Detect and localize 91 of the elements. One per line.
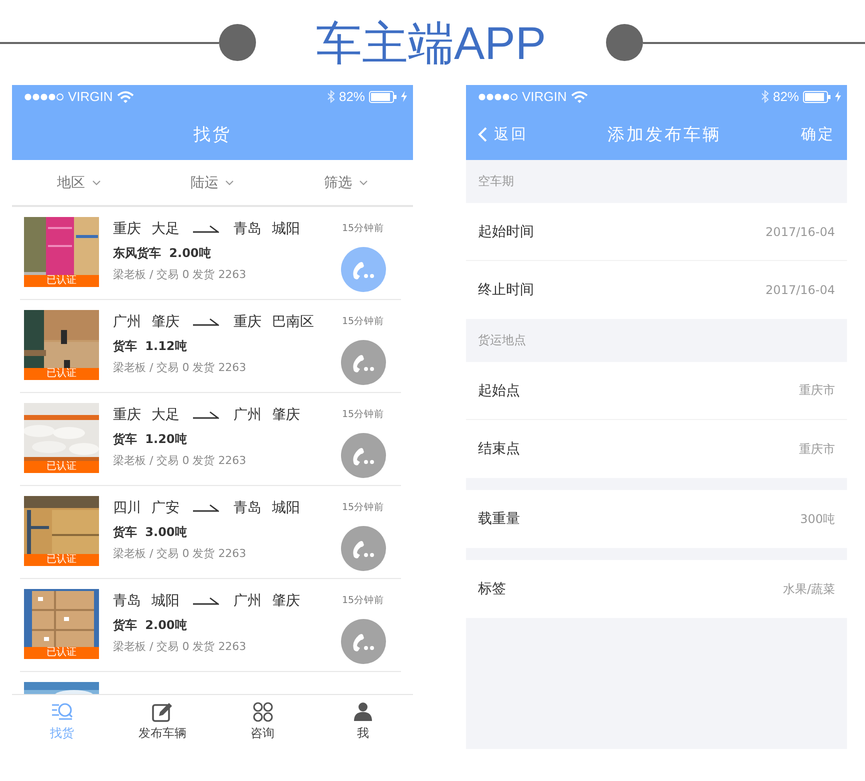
field-label: 终止时间 bbox=[478, 281, 534, 299]
shipper-info: 梁老板 / 交易 0 发货 2263 bbox=[113, 453, 248, 468]
phone-icon bbox=[351, 446, 375, 466]
origin-text: 四川 广安 bbox=[113, 499, 180, 517]
post-time: 15分钟前 bbox=[342, 222, 384, 235]
tab-item[interactable]: 我 bbox=[322, 702, 403, 742]
phone-icon bbox=[351, 632, 375, 652]
origin-text: 重庆 大足 bbox=[113, 406, 180, 424]
call-button[interactable] bbox=[340, 526, 386, 571]
call-button[interactable] bbox=[340, 247, 386, 292]
destination-text: 广州 肇庆 bbox=[233, 592, 300, 610]
field-label: 标签 bbox=[478, 580, 506, 598]
verified-badge: 已认证 bbox=[24, 461, 99, 473]
origin-text: 青岛 城阳 bbox=[113, 592, 180, 610]
field-label: 起始时间 bbox=[478, 222, 534, 240]
wifi-icon bbox=[116, 90, 134, 102]
field-value: 2017/16-04 bbox=[766, 283, 835, 297]
form-row[interactable]: 起始时间 2017/16-04 bbox=[466, 203, 847, 261]
filter-dropdown[interactable]: 陆运 bbox=[190, 174, 234, 192]
chevron-down-icon bbox=[359, 180, 368, 186]
form-row[interactable]: 标签 水果/蔬菜 bbox=[466, 560, 847, 618]
carrier-name: VIRGIN bbox=[68, 89, 113, 104]
shipper-info: 梁老板 / 交易 0 发货 2263 bbox=[113, 267, 248, 282]
verified-badge: 已认证 bbox=[24, 275, 99, 287]
filter-dropdown[interactable]: 地区 bbox=[56, 174, 101, 192]
form-row[interactable]: 起始点 重庆市 bbox=[466, 362, 847, 420]
carrier-name: VIRGIN bbox=[522, 89, 567, 104]
section-header: 货运地点 bbox=[477, 332, 527, 349]
tab-item[interactable]: 发布车辆 bbox=[122, 702, 202, 742]
edit-icon bbox=[151, 702, 174, 722]
field-label: 结束点 bbox=[478, 440, 520, 458]
battery-percent: 82% bbox=[338, 89, 365, 104]
screen-title: 添加发布车辆 bbox=[608, 124, 722, 146]
verified-badge: 已认证 bbox=[24, 647, 99, 659]
field-value: 重庆市 bbox=[799, 440, 835, 458]
form-row[interactable]: 载重量 300吨 bbox=[466, 490, 847, 548]
form-row[interactable]: 结束点 重庆市 bbox=[466, 420, 847, 478]
phone-icon bbox=[351, 352, 375, 372]
destination-text: 广州 肇庆 bbox=[233, 406, 300, 424]
charging-icon bbox=[401, 91, 407, 102]
search-list-icon bbox=[51, 702, 74, 722]
field-value: 2017/16-04 bbox=[766, 224, 835, 238]
wifi-icon bbox=[570, 90, 588, 102]
post-time: 15分钟前 bbox=[342, 501, 384, 514]
battery-icon bbox=[369, 90, 397, 102]
verified-badge: 已认证 bbox=[24, 368, 99, 380]
shipper-info: 梁老板 / 交易 0 发货 2263 bbox=[113, 546, 248, 561]
shipper-info: 梁老板 / 交易 0 发货 2263 bbox=[113, 639, 248, 654]
filter-dropdown[interactable]: 筛选 bbox=[324, 174, 368, 192]
field-value: 水果/蔬菜 bbox=[782, 580, 835, 598]
field-label: 载重量 bbox=[478, 510, 520, 528]
truck-info: 货车 1.12吨 bbox=[113, 338, 188, 355]
truck-info: 货车 1.20吨 bbox=[113, 431, 188, 448]
tab-item[interactable]: 咨询 bbox=[222, 702, 303, 742]
destination-text: 青岛 城阳 bbox=[233, 220, 300, 238]
call-button[interactable] bbox=[340, 340, 386, 385]
chevron-left-icon bbox=[478, 126, 487, 142]
destination-text: 青岛 城阳 bbox=[233, 499, 300, 517]
call-button[interactable] bbox=[340, 433, 386, 478]
call-button[interactable] bbox=[340, 619, 386, 664]
screen-title: 找货 bbox=[194, 124, 232, 146]
shipper-info: 梁老板 / 交易 0 发货 2263 bbox=[113, 360, 248, 375]
field-value: 300吨 bbox=[800, 510, 835, 528]
battery-percent: 82% bbox=[772, 89, 799, 104]
truck-info: 货车 3.00吨 bbox=[113, 524, 188, 541]
grid-icon bbox=[252, 702, 274, 722]
section-header: 空车期 bbox=[477, 173, 515, 190]
truck-info: 货车 2.00吨 bbox=[113, 617, 188, 634]
origin-text: 重庆 大足 bbox=[113, 220, 180, 238]
verified-badge: 已认证 bbox=[24, 554, 99, 566]
post-time: 15分钟前 bbox=[342, 594, 384, 607]
phone-icon bbox=[351, 538, 375, 558]
bluetooth-icon bbox=[760, 90, 769, 103]
origin-text: 广州 肇庆 bbox=[113, 313, 180, 331]
chevron-down-icon bbox=[225, 180, 234, 186]
destination-text: 重庆 巴南区 bbox=[233, 313, 314, 331]
signal-icon bbox=[478, 92, 518, 102]
person-icon bbox=[352, 702, 374, 722]
chevron-down-icon bbox=[92, 180, 101, 186]
field-value: 重庆市 bbox=[799, 382, 835, 399]
form-row[interactable]: 终止时间 2017/16-04 bbox=[466, 261, 847, 319]
phone-icon bbox=[351, 260, 375, 280]
banner-title: 车主端APP bbox=[314, 16, 548, 70]
signal-icon bbox=[24, 92, 64, 102]
post-time: 15分钟前 bbox=[342, 408, 384, 421]
field-label: 起始点 bbox=[478, 382, 520, 400]
post-time: 15分钟前 bbox=[342, 315, 384, 328]
charging-icon bbox=[835, 91, 841, 102]
bluetooth-icon bbox=[326, 90, 335, 103]
truck-info: 东风货车 2.00吨 bbox=[113, 245, 212, 262]
battery-icon bbox=[803, 90, 831, 102]
